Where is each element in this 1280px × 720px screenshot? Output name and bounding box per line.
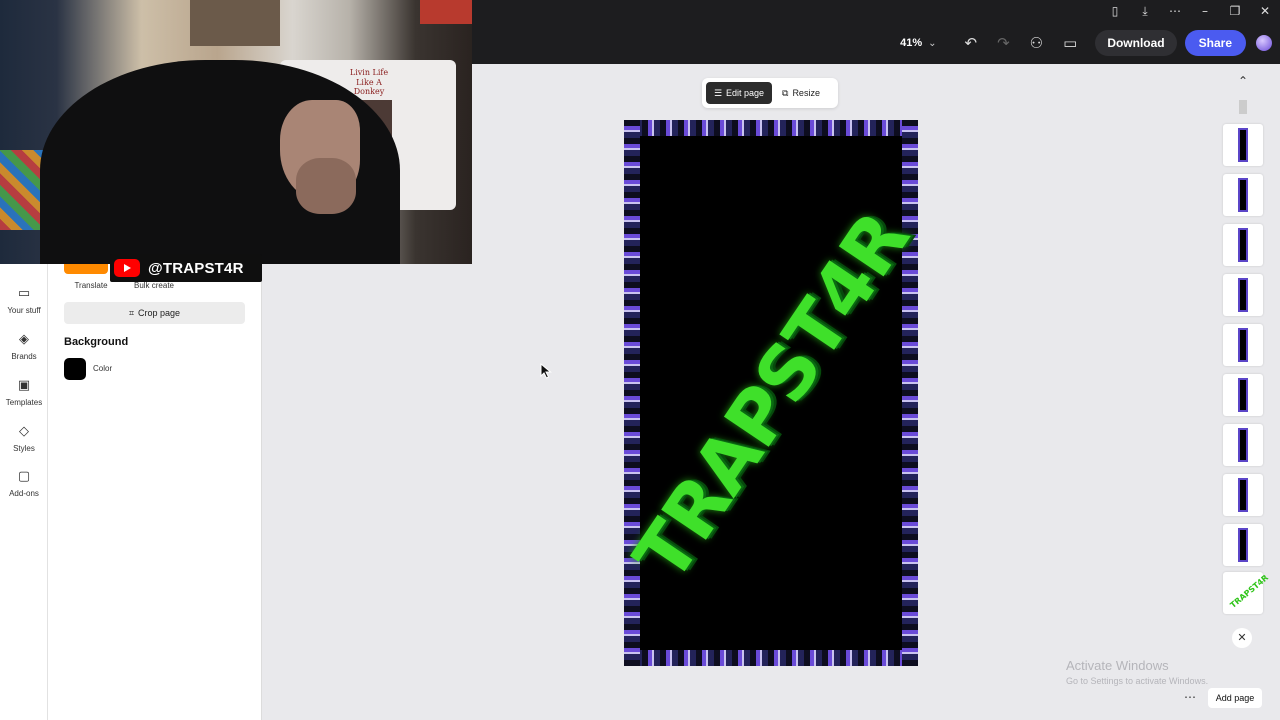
rail-item-your-stuff[interactable]: ▭ Your stuff (0, 286, 48, 315)
undo-icon[interactable]: ↶ (965, 34, 978, 52)
activate-windows-watermark: Activate Windows Go to Settings to activ… (1066, 658, 1208, 686)
rail-item-brands[interactable]: ◈ Brands (0, 332, 48, 361)
more-options-icon[interactable]: ⋯ (1180, 690, 1200, 706)
translate-label: Translate (74, 281, 108, 290)
background-color-swatch[interactable] (64, 358, 86, 380)
page-thumb[interactable] (1223, 174, 1263, 216)
page-toolbar: ☰ Edit page ⧉ Resize (702, 78, 838, 108)
pages-strip: ⌃ (1218, 64, 1268, 664)
maximize-icon[interactable]: ❐ (1220, 4, 1250, 18)
bulk-create-label: Bulk create (133, 281, 175, 290)
rail-item-templates[interactable]: ▣ Templates (0, 378, 48, 407)
rail-label: Brands (11, 352, 37, 361)
page-thumb[interactable] (1223, 274, 1263, 316)
background-object (420, 0, 472, 24)
window-controls: ▯ ⤓ ⋯ – ❐ ✕ (1100, 0, 1280, 22)
edit-page-label: Edit page (726, 88, 765, 98)
share-button[interactable]: Share (1184, 30, 1246, 56)
folder-icon: ▭ (17, 286, 31, 301)
youtube-icon (114, 259, 140, 277)
chevron-up-icon[interactable]: ⌃ (1230, 74, 1256, 94)
activate-title: Activate Windows (1066, 658, 1169, 673)
add-page-button[interactable]: Add page (1208, 688, 1262, 708)
brand-icon: ◈ (19, 332, 29, 347)
styles-icon: ◇ (19, 424, 29, 439)
page-thumb[interactable] (1223, 374, 1263, 416)
download-button[interactable]: Download (1095, 30, 1177, 56)
crop-icon: ⌗ (128, 309, 135, 319)
crop-page-button[interactable]: ⌗ Crop page (64, 302, 245, 324)
avatar[interactable] (1256, 35, 1272, 51)
page-thumb[interactable] (1223, 524, 1263, 566)
activate-subtitle: Go to Settings to activate Windows. (1066, 676, 1209, 686)
no-phone-icon[interactable]: ▯ (1100, 4, 1130, 18)
rail-item-styles[interactable]: ◇ Styles (0, 424, 48, 453)
channel-handle: @TRAPST4R (148, 259, 244, 277)
rail-label: Templates (5, 398, 43, 407)
color-label: Color (93, 364, 113, 373)
border-left (624, 120, 640, 666)
redo-icon[interactable]: ↷ (997, 34, 1010, 52)
crop-page-label: Crop page (138, 308, 181, 318)
border-top (624, 120, 918, 136)
background-shelf (190, 0, 280, 46)
editor-toolbar: 41% ⌄ ↶ ↷ ⚇ ▭ Download Share (900, 30, 1272, 56)
design-canvas[interactable]: TRAPST4R (624, 120, 918, 666)
rail-label: Add-ons (9, 489, 39, 498)
more-icon[interactable]: ⋯ (1160, 4, 1190, 18)
design-title-text[interactable]: TRAPST4R (624, 191, 918, 604)
person-hand (296, 158, 356, 214)
page-thumb-partial[interactable] (1239, 100, 1247, 114)
close-icon[interactable]: ✕ (1232, 628, 1252, 648)
edit-page-button[interactable]: ☰ Edit page (706, 82, 772, 104)
comment-icon[interactable]: ▭ (1063, 34, 1077, 52)
page-thumb[interactable] (1223, 324, 1263, 366)
zoom-level[interactable]: 41% (900, 37, 922, 49)
download-tray-icon[interactable]: ⤓ (1130, 4, 1160, 19)
rail-label: Your stuff (7, 306, 41, 315)
rail-item-addons[interactable]: ▢ Add-ons (0, 469, 48, 498)
chevron-down-icon[interactable]: ⌄ (928, 38, 936, 49)
resize-icon: ⧉ (782, 89, 789, 99)
border-right (902, 120, 918, 666)
close-window-icon[interactable]: ✕ (1250, 4, 1280, 18)
templates-icon: ▣ (17, 378, 31, 393)
webcam-overlay: Livin Life Like A Donkey (0, 0, 472, 264)
rail-label: Styles (13, 444, 35, 453)
page-thumb[interactable] (1223, 224, 1263, 266)
resize-button[interactable]: ⧉ Resize (782, 82, 834, 104)
border-bottom (624, 650, 918, 666)
collaborate-icon[interactable]: ⚇ (1030, 34, 1043, 52)
page-thumb[interactable] (1223, 124, 1263, 166)
page-thumb[interactable] (1223, 424, 1263, 466)
page-thumb-active[interactable] (1223, 572, 1263, 614)
addons-icon: ▢ (17, 469, 31, 484)
background-heading: Background (64, 336, 129, 348)
youtube-handle-badge: @TRAPST4R (110, 254, 262, 282)
resize-label: Resize (792, 88, 820, 98)
page-thumb[interactable] (1223, 474, 1263, 516)
minimize-icon[interactable]: – (1190, 4, 1220, 18)
sliders-icon: ☰ (713, 89, 723, 99)
